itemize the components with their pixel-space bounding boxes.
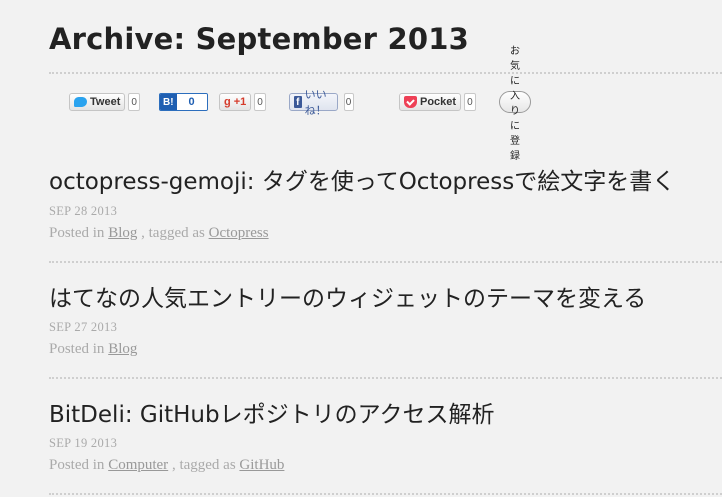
post-date: SEP 19 2013 [49,436,118,450]
tag-link[interactable]: GitHub [239,457,284,473]
facebook-count: 0 [343,93,354,111]
facebook-like-button[interactable]: f いいね！ [289,89,338,117]
hatena-bookmark-button[interactable]: B! 0 [159,93,208,111]
tagged-as-label: , tagged as [141,225,205,241]
divider [49,72,722,74]
post-title-link[interactable]: はてなの人気エントリーのウィジェットのテーマを変える [49,279,646,313]
facebook-icon: f [294,96,302,108]
posted-in-label: Posted in [49,457,105,473]
add-favorite-button[interactable]: お気に入りに登録 [499,46,531,162]
post-meta: Posted in Blog , tagged as Octopress [49,225,269,242]
gplus-button[interactable]: g +1 [219,93,252,111]
pocket-label: Pocket [420,96,457,108]
favorite-widget: お気に入りに登録 [499,46,531,162]
post-date: SEP 28 2013 [49,204,118,218]
tagged-as-label: , tagged as [171,457,236,473]
hatena-bookmark-icon: B! [160,94,177,110]
tweet-label: Tweet [90,96,121,108]
facebook-like-label: いいね！ [304,89,327,117]
category-link[interactable]: Blog [108,225,137,241]
post-meta: Posted in Computer , tagged as GitHub [49,457,284,474]
divider [49,261,722,263]
category-link[interactable]: Computer [108,457,168,473]
pocket-button[interactable]: Pocket [399,93,462,111]
post-title-link[interactable]: octopress-gemoji: タグを使ってOctopressで絵文字を書く [49,162,675,196]
post-meta: Posted in Blog [49,341,137,358]
facebook-widget: f いいね！ 0 [289,89,354,117]
posted-in-label: Posted in [49,341,105,357]
tweet-widget: Tweet 0 [69,92,140,112]
page-title: Archive: September 2013 [49,22,469,56]
category-link[interactable]: Blog [108,341,137,357]
divider [49,377,722,379]
tag-link[interactable]: Octopress [209,225,269,241]
pocket-icon [404,96,417,108]
divider [49,493,722,495]
gplus-label: +1 [233,96,247,108]
tweet-button[interactable]: Tweet [69,93,126,111]
hatena-count: 0 [176,94,207,110]
posted-in-label: Posted in [49,225,105,241]
gplus-count: 0 [254,93,266,111]
tweet-count: 0 [128,93,140,111]
pocket-widget: Pocket 0 [399,92,476,112]
post-date: SEP 27 2013 [49,320,118,334]
gplus-icon: g [224,96,231,108]
hatena-widget: B! 0 [159,92,208,112]
twitter-bird-icon [74,97,87,107]
gplus-widget: g +1 0 [219,92,266,112]
post-title-link[interactable]: BitDeli: GitHubレポジトリのアクセス解析 [49,395,494,429]
pocket-count: 0 [464,93,476,111]
